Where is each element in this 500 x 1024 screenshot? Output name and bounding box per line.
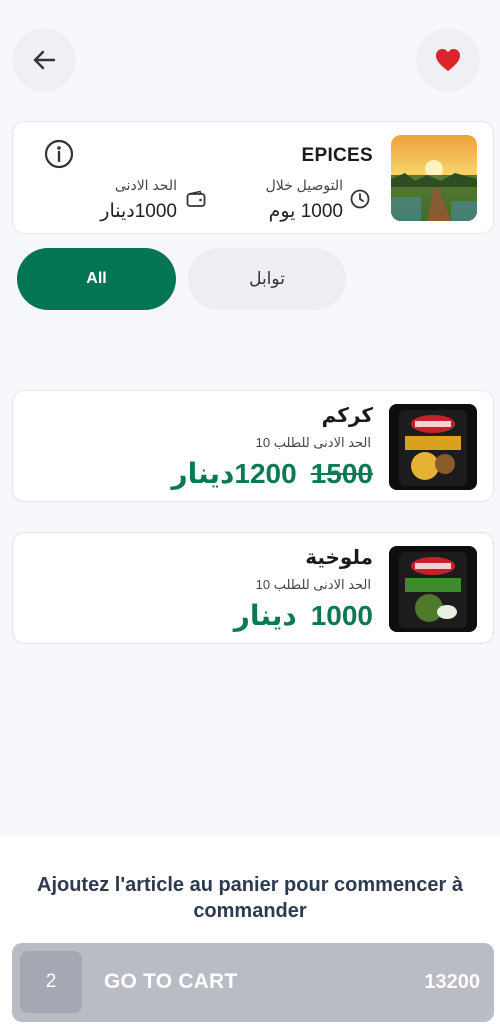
minimum-value: 1000دينار [100,201,177,222]
delivery-info: التوصيل خلال 1000 يوم [266,177,343,223]
product-image [389,546,477,632]
price-row: دينار 1000 [234,599,373,632]
product-image [389,404,477,490]
price-current: 1200 [234,458,297,489]
info-icon [44,139,74,169]
store-info-card: EPICES التوصيل خلال 1000 يوم الحد الادنى… [12,121,494,234]
product-name: كركم [321,405,373,427]
heart-icon [436,49,460,71]
store-image [391,135,477,221]
product-min-order: الحد الادنى للطلب 10 [255,577,371,592]
price-row: دينار 1200 1500 [171,457,373,490]
product-name: ملوخية [305,547,373,569]
wallet-icon [186,190,206,207]
go-to-cart-button[interactable]: 2 GO TO CART 13200 [12,943,494,1022]
delivery-label: التوصيل خلال [265,177,343,193]
back-button[interactable] [12,28,76,92]
filter-chip-spices[interactable]: توابل [188,248,346,310]
favorite-button[interactable] [416,28,480,92]
arrow-left-icon [33,50,56,70]
price-current: 1000 [310,600,373,631]
top-bar [12,28,480,92]
cart-count-badge: 2 [20,951,82,1013]
price-old: 1500 [310,458,373,489]
minimum-label: الحد الادنى [114,177,177,193]
price-currency: دينار [233,600,297,631]
cart-total: 13200 [424,971,480,993]
cart-bottom-sheet: Ajoutez l'article au panier pour commenc… [0,835,500,1024]
info-button[interactable] [43,138,75,170]
filter-chip-all[interactable]: All [17,248,176,310]
product-card[interactable]: ملوخية الحد الادنى للطلب 10 دينار 1000 [12,532,494,644]
go-to-cart-label: GO TO CART [104,970,238,993]
delivery-value: 1000 يوم [268,201,343,222]
cart-hint-text: Ajoutez l'article au panier pour commenc… [37,874,463,922]
store-name: EPICES [301,145,373,166]
price-currency: دينار [171,458,235,489]
minimum-order-info: الحد الادنى 1000دينار [100,177,177,223]
clock-icon [350,189,370,209]
product-min-order: الحد الادنى للطلب 10 [255,435,371,450]
product-card[interactable]: كركم الحد الادنى للطلب 10 دينار 1200 150… [12,390,494,502]
